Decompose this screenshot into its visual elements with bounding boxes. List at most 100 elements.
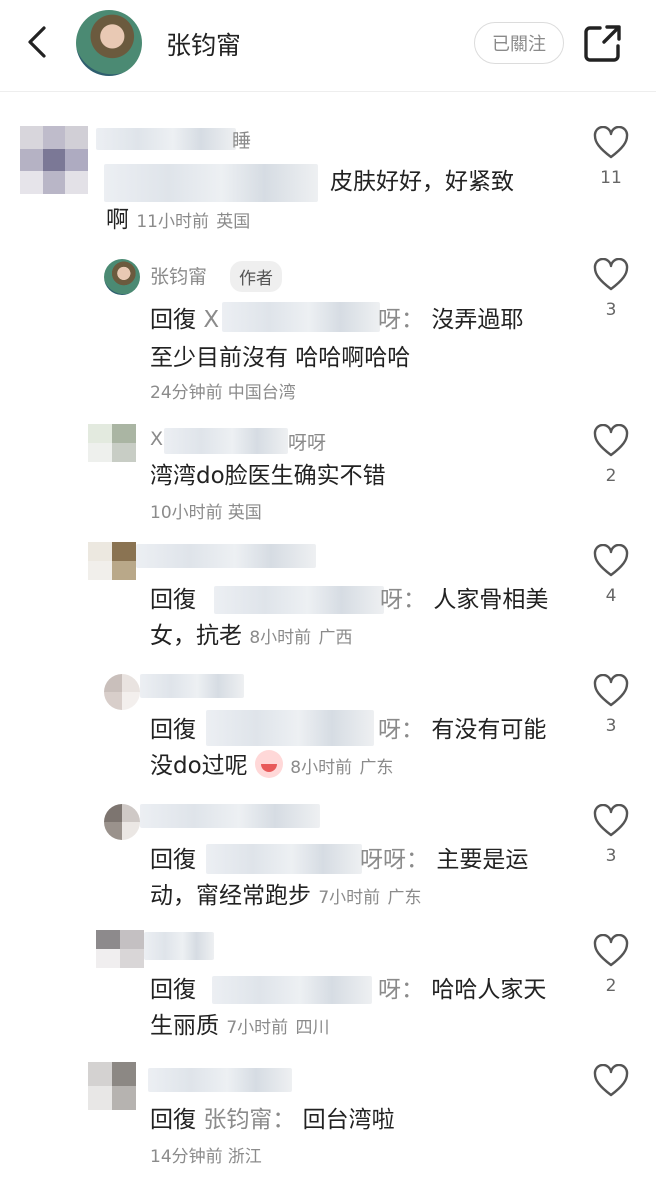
avatar[interactable] xyxy=(96,930,144,968)
comment-location: 广东 xyxy=(387,888,422,908)
comment-text: 呀： 沒弄過耶 xyxy=(378,302,523,338)
username-redacted xyxy=(140,674,244,698)
like-count: 11 xyxy=(600,168,622,188)
heart-icon[interactable] xyxy=(593,126,629,160)
username-redacted xyxy=(96,128,236,150)
reply-to-name-tail: 呀呀： xyxy=(360,847,429,873)
username-redacted xyxy=(144,932,214,960)
username-redacted xyxy=(148,1068,292,1092)
username-label[interactable]: X xyxy=(150,428,163,450)
avatar[interactable] xyxy=(20,126,88,194)
comment-text: 呀： 有没有可能 xyxy=(378,712,546,748)
comment-location: 广东 xyxy=(359,758,394,778)
comment-item: 回復 呀： 哈哈人家天 生丽质 7小时前 四川 2 xyxy=(0,930,656,1040)
comment-text-line2: 女，抗老 xyxy=(150,623,242,649)
like-count: 3 xyxy=(605,716,617,736)
comment-text: 呀： 人家骨相美 xyxy=(380,582,548,618)
comment-text-line2: 没do过呢 xyxy=(150,753,248,779)
avatar[interactable] xyxy=(88,1062,136,1110)
comment-location: 广西 xyxy=(318,628,353,648)
comment-item: 回復 呀： 人家骨相美 女，抗老 8小时前 广西 4 xyxy=(0,542,656,652)
comment-text-line2: 动，甯经常跑步 xyxy=(150,883,311,909)
username-redacted xyxy=(140,804,320,828)
reply-prefix: 回復 xyxy=(150,307,196,333)
top-bar: 张钧甯 已關注 xyxy=(0,0,656,92)
reply-to-redacted xyxy=(212,976,372,1004)
comment-text: 呀呀： 主要是运 xyxy=(360,842,528,878)
comment-text-line2: 生丽质 xyxy=(150,1013,219,1039)
comment-text-line2: 至少目前沒有 哈哈啊哈哈 xyxy=(150,345,411,371)
like-count: 4 xyxy=(605,586,617,606)
crying-laugh-emoji-icon xyxy=(254,750,283,778)
comment-location: 四川 xyxy=(295,1018,330,1038)
username-label[interactable]: 张钧甯 xyxy=(150,262,207,289)
reply-to-redacted xyxy=(214,586,384,614)
comment-time: 10小时前 xyxy=(150,503,223,523)
reply-to-redacted xyxy=(222,302,380,332)
comment-text: 回復 X xyxy=(150,302,219,338)
comment-body: 回台湾啦 xyxy=(302,1107,395,1133)
username-redacted xyxy=(164,428,288,454)
comment-meta: 10小时前 英国 xyxy=(150,498,262,523)
comment-time: 8小时前 xyxy=(249,628,312,648)
comment-time: 8小时前 xyxy=(290,758,353,778)
username-redacted xyxy=(136,544,316,568)
share-icon[interactable] xyxy=(582,22,624,64)
back-arrow-icon[interactable] xyxy=(20,22,60,62)
avatar[interactable] xyxy=(104,259,140,295)
reply-to-name[interactable]: X xyxy=(203,307,219,333)
heart-icon[interactable] xyxy=(593,934,629,968)
comment-item: 回復 呀： 有没有可能 没do过呢 8小时前 广东 3 xyxy=(0,672,656,782)
comment-text-line2: 啊 xyxy=(106,207,129,233)
heart-icon[interactable] xyxy=(593,1064,629,1098)
comment-body: 有没有可能 xyxy=(431,717,547,743)
comment-body: 主要是运 xyxy=(436,847,529,873)
comment-text-cont: 动，甯经常跑步 7小时前 广东 xyxy=(150,878,421,916)
avatar[interactable] xyxy=(88,424,136,462)
comment-text-cont: 生丽质 7小时前 四川 xyxy=(150,1008,329,1046)
comment-text-cont: 没do过呢 8小时前 广东 xyxy=(150,748,393,786)
comment-meta: 24分钟前 中国台湾 xyxy=(150,378,296,403)
heart-icon[interactable] xyxy=(593,258,629,292)
reply-prefix: 回復 xyxy=(150,977,196,1003)
reply-to-name-tail: 呀： xyxy=(378,977,424,1003)
reply-prefix: 回復 xyxy=(150,587,196,613)
like-count: 3 xyxy=(605,846,617,866)
heart-icon[interactable] xyxy=(593,804,629,838)
comment-text-cont: 啊 11小时前 英国 xyxy=(106,202,250,240)
heart-icon[interactable] xyxy=(593,424,629,458)
avatar[interactable] xyxy=(104,804,140,840)
reply-to-name-tail: 呀： xyxy=(378,717,424,743)
follow-button[interactable]: 已關注 xyxy=(474,22,564,64)
comment-item: X 呀呀 湾湾do脸医生确实不错 10小时前 英国 2 xyxy=(0,424,656,524)
comment-text: 皮肤好好，好紧致 xyxy=(330,169,514,195)
page-title[interactable]: 张钧甯 xyxy=(166,26,241,62)
comment-text: 呀： 哈哈人家天 xyxy=(378,972,546,1008)
comment-time: 7小时前 xyxy=(226,1018,289,1038)
reply-to-name[interactable]: 张钧甯： xyxy=(203,1107,295,1133)
author-badge: 作者 xyxy=(230,261,282,292)
comment-location: 浙江 xyxy=(227,1147,262,1167)
reply-to-name-tail: 呀： xyxy=(380,587,426,613)
comment-text: 湾湾do脸医生确实不错 xyxy=(150,463,386,489)
comment-item: 睡 皮肤好好，好紧致 啊 11小时前 英国 11 xyxy=(0,118,656,248)
comment-time: 11小时前 xyxy=(136,212,209,232)
avatar[interactable] xyxy=(104,674,140,710)
comment-time: 24分钟前 xyxy=(150,383,223,403)
avatar[interactable] xyxy=(88,542,136,580)
heart-icon[interactable] xyxy=(593,544,629,578)
reply-prefix: 回復 xyxy=(150,717,196,743)
reply-prefix: 回復 xyxy=(150,847,196,873)
comment-time: 14分钟前 xyxy=(150,1147,223,1167)
like-count: 2 xyxy=(605,976,617,996)
comment-item: 回復 张钧甯： 回台湾啦 14分钟前 浙江 xyxy=(0,1062,656,1177)
comment-location: 英国 xyxy=(216,212,251,232)
comment-time: 7小时前 xyxy=(318,888,381,908)
heart-icon[interactable] xyxy=(593,674,629,708)
reply-prefix: 回復 xyxy=(150,1107,196,1133)
comment-location: 中国台湾 xyxy=(227,383,296,403)
profile-avatar[interactable] xyxy=(76,10,142,76)
username-label-tail: 呀呀 xyxy=(288,432,327,454)
comment-item: 回復 呀呀： 主要是运 动，甯经常跑步 7小时前 广东 3 xyxy=(0,802,656,912)
reply-to-redacted xyxy=(206,844,362,874)
